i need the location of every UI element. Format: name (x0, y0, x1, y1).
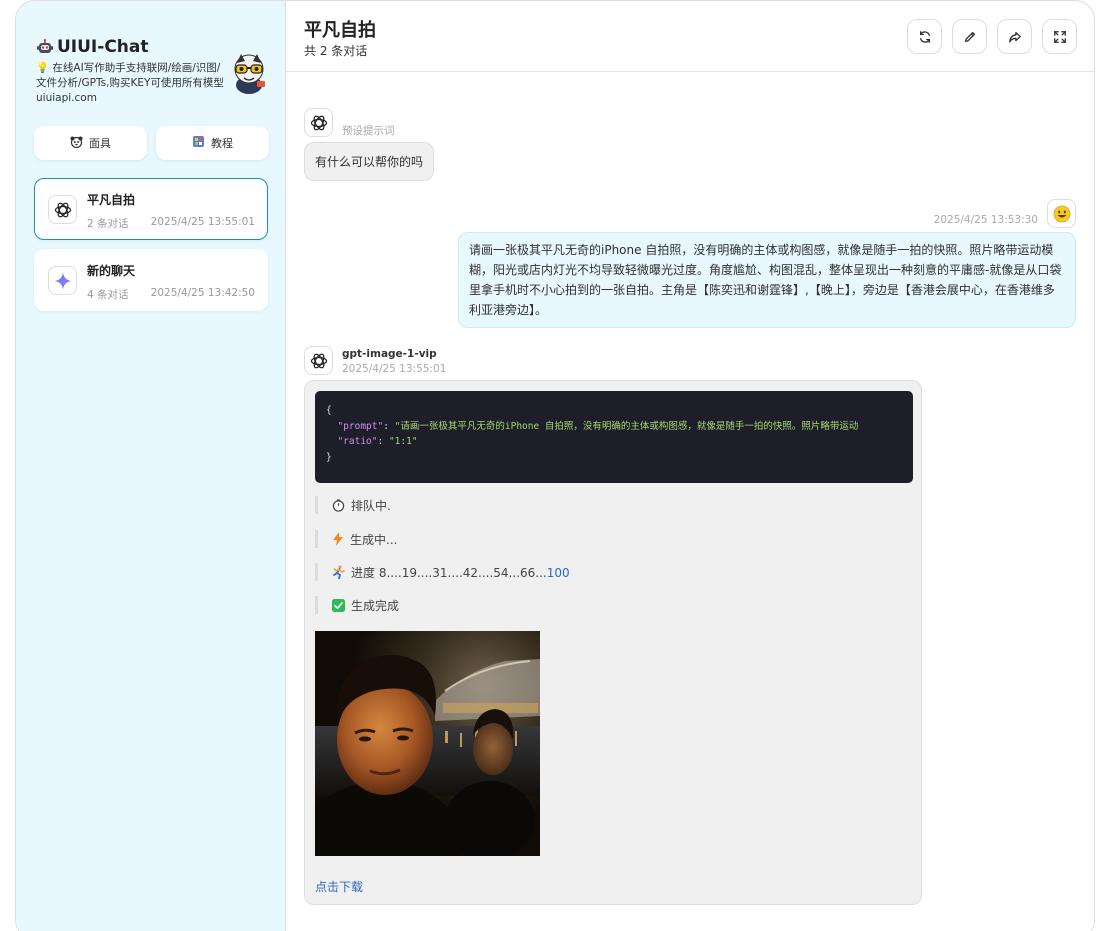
status-progress: 进度 8....19....31....42....54...66...100 (315, 563, 570, 581)
tutorial-icon (192, 135, 205, 151)
chat-item-count: 2 条对话 (87, 218, 129, 230)
app-root: UIUI-Chat 💡 在线AI写作助手支持联网/绘画/识图/ 文件分析/GPT… (0, 0, 1107, 931)
bot-message-time: 2025/4/25 13:55:01 (342, 363, 447, 375)
progress-final: 100 (546, 565, 570, 580)
user-message: 请画一张极其平凡无奇的iPhone 自拍照，没有明确的主体或构图感，就像是随手一… (458, 232, 1076, 328)
brand-line-2: 文件分析/GPTs,购买KEY可使用所有模型 (36, 77, 224, 89)
code-ratio-value: "1:1" (388, 436, 418, 447)
refresh-icon (919, 30, 930, 43)
brand: UIUI-Chat 💡 在线AI写作助手支持联网/绘画/识图/ 文件分析/GPT… (36, 37, 236, 106)
chat-item-title: 平凡自拍 (87, 193, 136, 207)
chat-item-new[interactable]: 新的聊天 4 条对话 2025/4/25 13:42:50 (34, 249, 268, 311)
edit-button[interactable] (952, 19, 987, 54)
smiley-icon (1047, 199, 1076, 228)
mask-button[interactable]: 面具 (34, 126, 147, 160)
bulb-icon: 💡 (36, 62, 50, 74)
system-message-text: 有什么可以帮你的吗 (315, 155, 424, 169)
stopwatch-icon (332, 498, 345, 512)
generated-image[interactable] (315, 631, 540, 856)
tutorial-button[interactable]: 教程 (156, 126, 269, 160)
chat-item-time: 2025/4/25 13:55:01 (150, 216, 255, 228)
user-message-time: 2025/4/25 13:53:30 (933, 214, 1038, 226)
tutorial-button-label: 教程 (211, 137, 233, 150)
status-done-text: 生成完成 (351, 598, 400, 613)
share-icon (1008, 31, 1021, 42)
share-button[interactable] (997, 19, 1032, 54)
brand-title: UIUI-Chat (36, 37, 236, 57)
fullscreen-icon (1053, 30, 1066, 43)
status-queue-text: 排队中. (351, 498, 391, 513)
edit-icon (964, 31, 975, 42)
system-message: 有什么可以帮你的吗 (304, 142, 435, 181)
brand-line-1: 在线AI写作助手支持联网/绘画/识图/ (52, 62, 221, 74)
status-done: 生成完成 (315, 596, 399, 614)
runner-icon (333, 565, 345, 579)
sidebar-buttons: 面具 教程 (34, 126, 269, 160)
progress-steps: 进度 8....19....31....42....54...66... (351, 565, 547, 580)
status-generating-text: 生成中... (350, 532, 398, 547)
page-title: 平凡自拍 (304, 20, 376, 41)
status-queue: 排队中. (315, 496, 391, 514)
chat-item-title: 新的聊天 (87, 264, 136, 278)
code-prompt-value: "请画一张极其平凡无奇的iPhone 自拍照，没有明确的主体或构图感，就像是随手… (394, 420, 859, 432)
code-close: } (326, 451, 332, 463)
fullscreen-button[interactable] (1042, 19, 1077, 54)
chat-header: 平凡自拍 共 2 条对话 (286, 1, 1094, 72)
user-message-text: 请画一张极其平凡无奇的iPhone 自拍照，没有明确的主体或构图感，就像是随手一… (469, 243, 1062, 317)
sidebar: UIUI-Chat 💡 在线AI写作助手支持联网/绘画/识图/ 文件分析/GPT… (16, 1, 286, 931)
system-hint: 预设提示词 (342, 125, 395, 137)
download-link[interactable]: 点击下载 (315, 878, 363, 895)
code-block[interactable]: { "prompt": "请画一张极其平凡无奇的iPhone 自拍照，没有明确的… (315, 391, 913, 483)
chat-window: UIUI-Chat 💡 在线AI写作助手支持联网/绘画/识图/ 文件分析/GPT… (15, 0, 1095, 931)
mascot-icon (229, 51, 269, 95)
chat-item-count: 4 条对话 (87, 289, 129, 301)
brand-description: 💡 在线AI写作助手支持联网/绘画/识图/ 文件分析/GPTs,购买KEY可使用… (36, 61, 236, 106)
header-actions (907, 19, 1077, 54)
chat-main: 平凡自拍 共 2 条对话 预设提示词 有什么可以帮你的吗 2025/4/25 1… (286, 1, 1094, 931)
code-prompt-key: "prompt" (337, 420, 384, 432)
sparkle-icon (48, 266, 77, 295)
openai-icon (304, 346, 333, 375)
brand-name: UIUI-Chat (57, 37, 149, 57)
status-generating: 生成中... (315, 530, 397, 548)
chat-item-selfie[interactable]: 平凡自拍 2 条对话 2025/4/25 13:55:01 (34, 178, 268, 240)
bot-message: { "prompt": "请画一张极其平凡无奇的iPhone 自拍照，没有明确的… (304, 380, 922, 905)
openai-icon (304, 108, 333, 137)
bot-model-name: gpt-image-1-vip (342, 348, 437, 360)
mask-button-label: 面具 (89, 137, 111, 150)
chat-item-time: 2025/4/25 13:42:50 (150, 287, 255, 299)
check-icon (332, 598, 345, 612)
mask-icon (70, 136, 83, 151)
robot-icon (36, 39, 54, 55)
refresh-button[interactable] (907, 19, 942, 54)
code-ratio-key: "ratio" (337, 436, 378, 447)
status-progress-text: 进度 8....19....31....42....54...66...100 (351, 564, 570, 581)
brand-line-3: uiuiapi.com (36, 92, 97, 104)
lightning-icon (333, 532, 343, 546)
code-open: { (326, 405, 332, 416)
page-subtitle: 共 2 条对话 (304, 44, 368, 58)
openai-icon (48, 195, 77, 224)
